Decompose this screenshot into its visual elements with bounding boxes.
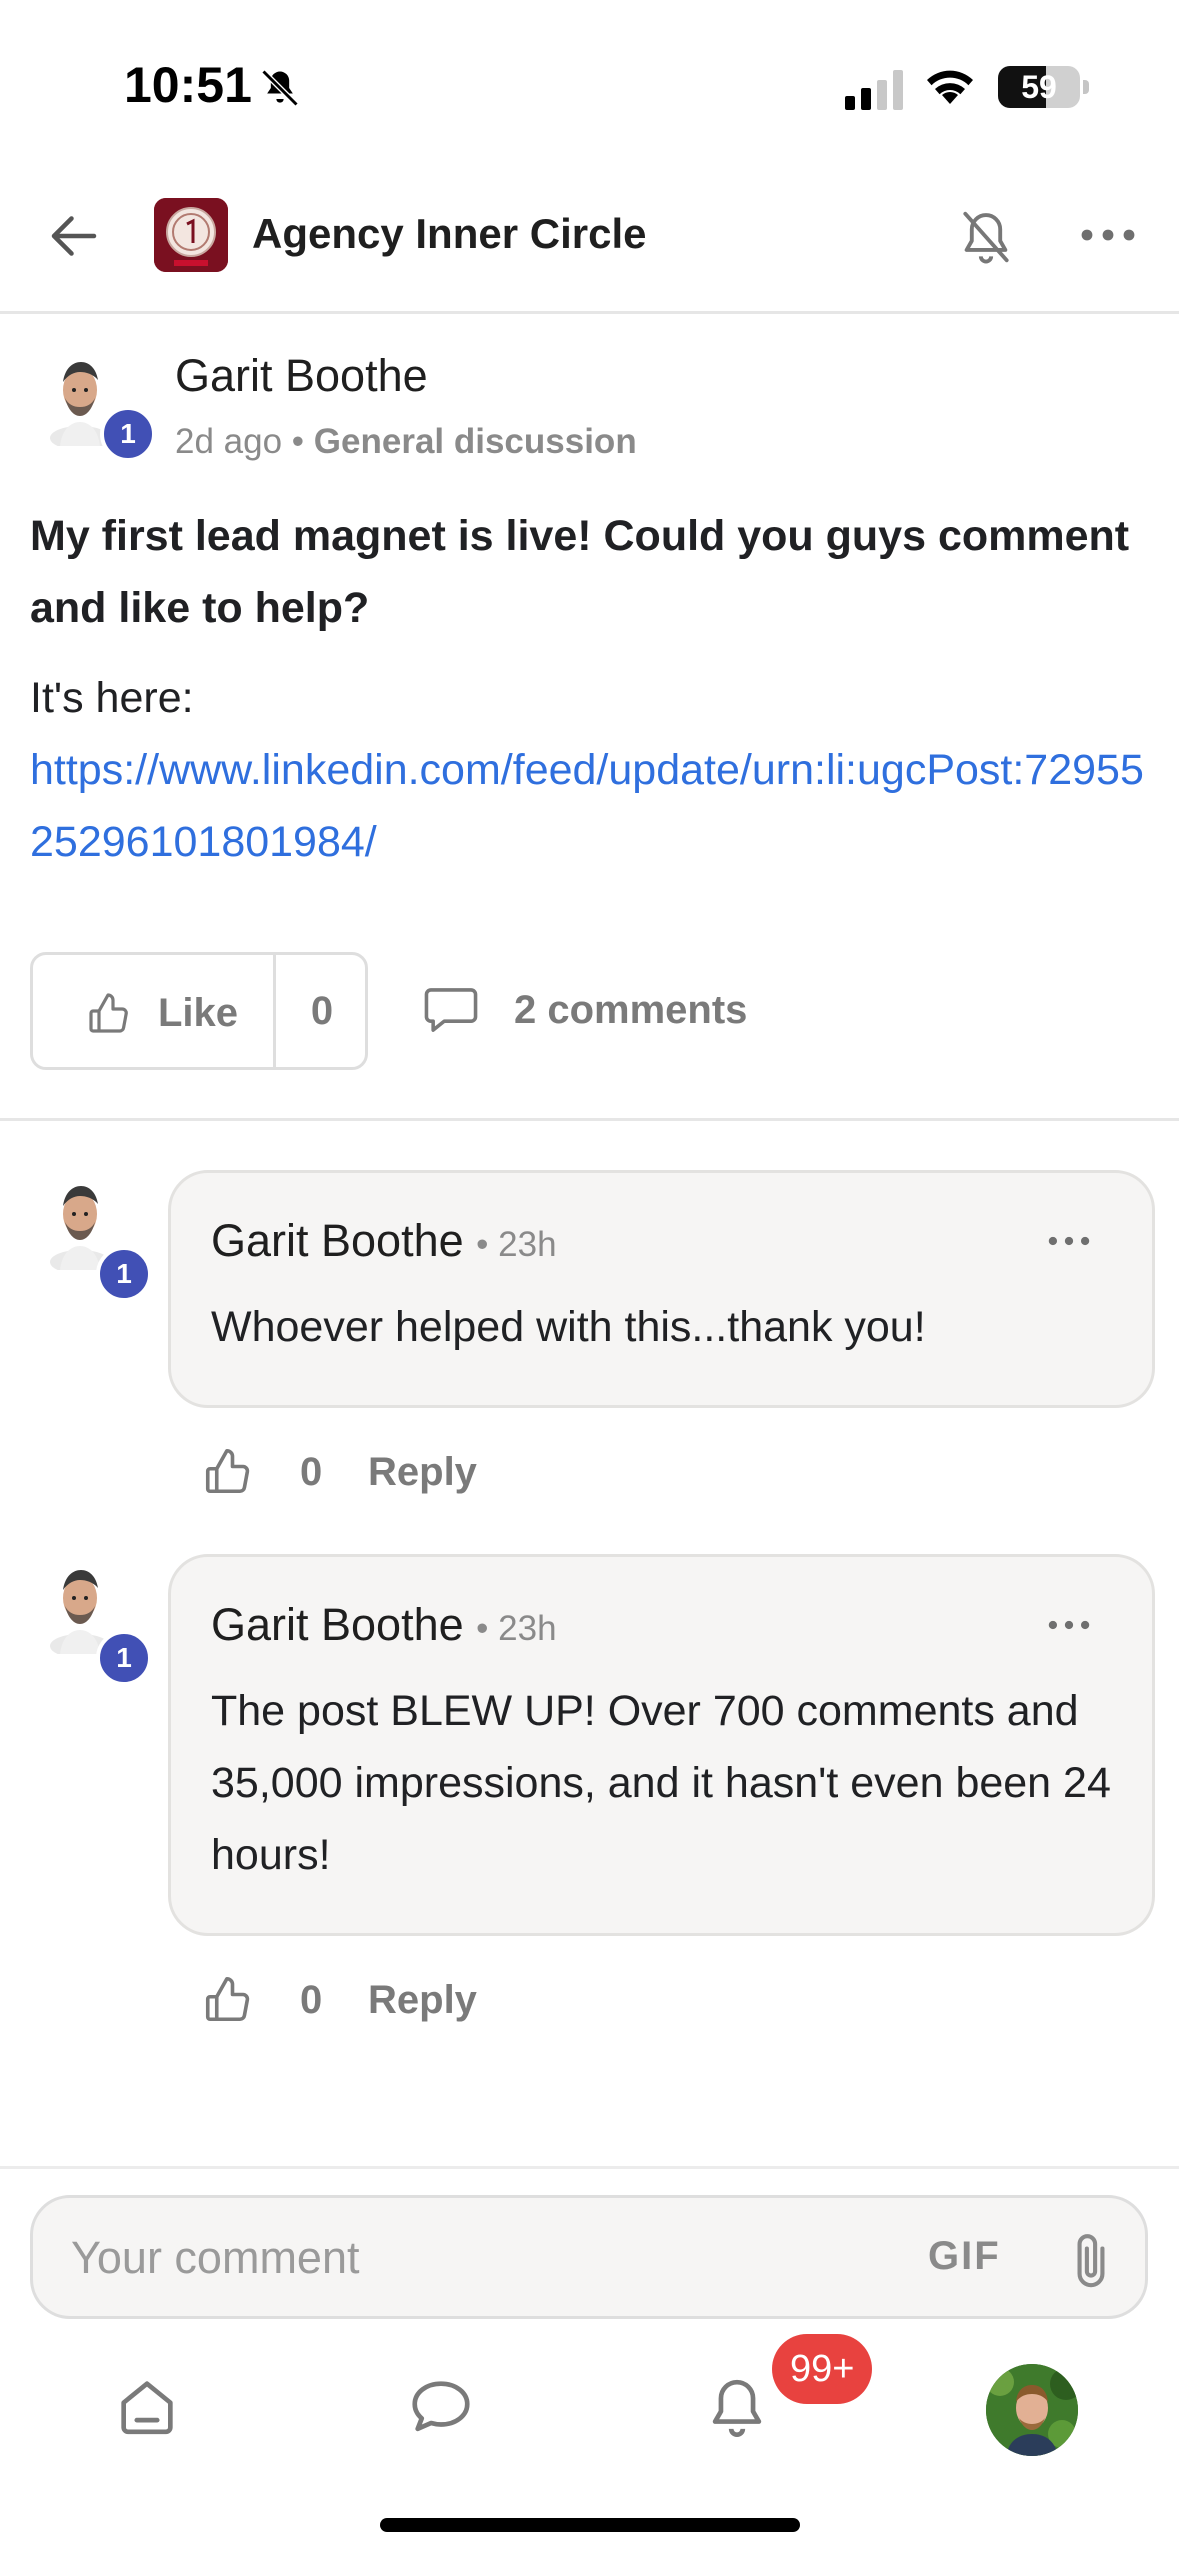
comment-author: Garit Boothe • 23h [211,1215,557,1267]
like-button[interactable]: Like [33,955,276,1067]
thumbs-up-icon[interactable] [200,1444,256,1498]
composer-area: GIF [0,2166,1179,2556]
bell-off-icon[interactable] [955,206,1017,268]
comment-bubble: Garit Boothe • 23h Whoever helped with t… [168,1170,1155,1408]
comment-author-avatar[interactable]: 1 [46,1170,152,1302]
post-link[interactable]: https://www.linkedin.com/feed/update/urn… [30,734,1155,878]
meta-separator: • [291,422,305,461]
home-icon[interactable] [112,2372,182,2442]
post-body: It's here: [30,674,194,722]
comment-bubble-icon [424,988,478,1032]
paperclip-icon[interactable] [1063,2228,1119,2292]
post-like-box: Like 0 [30,952,368,1070]
app-header: Agency Inner Circle [0,170,1179,314]
comment-time: • 23h [476,1225,557,1264]
back-arrow-icon[interactable] [44,206,104,266]
post-divider [0,1118,1179,1121]
post-author-avatar[interactable]: 1 [46,346,156,462]
wifi-icon [927,70,973,104]
status-bar: 10:51 59 [0,0,1179,170]
comment-text: Whoever helped with this...thank you! [211,1303,926,1351]
group-title[interactable]: Agency Inner Circle [252,210,646,258]
battery-tip [1083,80,1089,94]
level-badge: 1 [100,406,156,462]
level-badge: 1 [96,1630,152,1686]
battery-level: 59 [1021,69,1057,105]
reply-button[interactable]: Reply [368,1978,477,2023]
comment-author-name[interactable]: Garit Boothe [211,1599,464,1650]
bell-icon[interactable] [702,2372,772,2442]
thumbs-up-icon [89,993,128,1033]
status-time: 10:51 [124,57,252,113]
post-title: My first lead magnet is live! Could you … [30,512,1130,632]
comment-more-icon[interactable] [1046,1615,1092,1635]
battery-icon: 59 [998,66,1080,108]
comment-more-icon[interactable] [1046,1231,1092,1251]
like-count[interactable]: 0 [276,955,368,1067]
more-options-icon[interactable] [1078,220,1138,250]
chat-icon[interactable] [406,2372,476,2442]
cellular-signal-icon [845,70,903,110]
post-author-name[interactable]: Garit Boothe [175,350,428,402]
home-indicator [380,2518,800,2532]
gif-button[interactable]: GIF [928,2234,1001,2279]
like-label: Like [158,991,239,1035]
reply-button[interactable]: Reply [368,1450,477,1495]
comment-bubble: Garit Boothe • 23h The post BLEW UP! Ove… [168,1554,1155,1936]
comment-input[interactable] [71,2228,871,2288]
notifications-badge[interactable]: 99+ [772,2334,873,2404]
comment-like-count[interactable]: 0 [300,1450,322,1495]
profile-avatar[interactable] [986,2364,1078,2456]
post-time: 2d ago [175,422,283,461]
comment-author-avatar[interactable]: 1 [46,1554,152,1686]
comment-like-count[interactable]: 0 [300,1978,322,2023]
thumbs-up-icon[interactable] [200,1972,256,2026]
comment-author: Garit Boothe • 23h [211,1599,557,1651]
level-badge: 1 [96,1246,152,1302]
post-meta: 2d ago • General discussion [175,422,637,462]
comment-time: • 23h [476,1609,557,1648]
post-category[interactable]: General discussion [314,422,637,461]
group-logo[interactable] [154,198,228,272]
comment-input-box[interactable]: GIF [30,2195,1148,2319]
comments-count-label: 2 comments [514,988,748,1032]
silent-mode-icon [261,69,299,107]
comment-author-name[interactable]: Garit Boothe [211,1215,464,1266]
comment-text: The post BLEW UP! Over 700 comments and … [211,1687,1111,1879]
